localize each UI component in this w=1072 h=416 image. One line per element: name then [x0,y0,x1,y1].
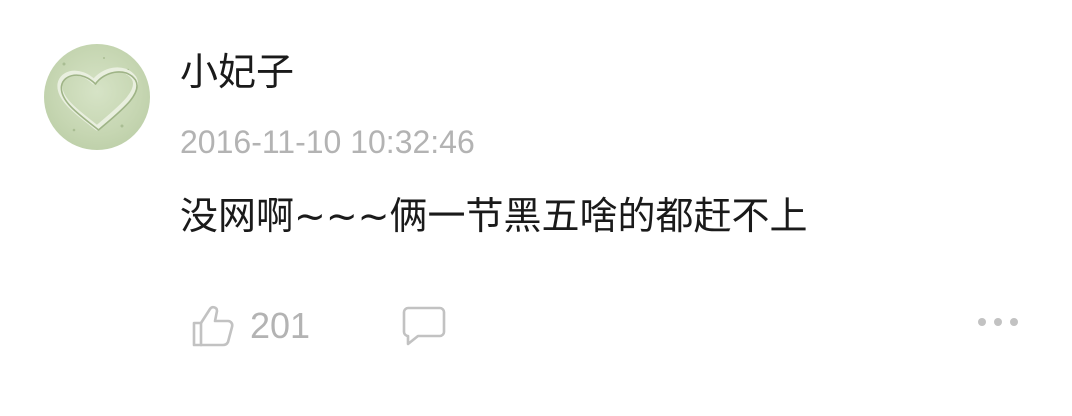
thumbs-up-icon [192,305,234,347]
avatar[interactable] [44,44,150,150]
comment-card: 小妃子 2016-11-10 10:32:46 没网啊~~~俩一节黑五啥的都赶不… [0,0,1072,416]
comment-action-bar: 201 [0,296,1072,360]
heart-in-sand-icon [57,57,139,132]
like-count: 201 [250,305,311,346]
more-dots-icon [978,318,1018,326]
reply-button[interactable] [400,302,448,350]
username[interactable]: 小妃子 [180,44,294,100]
chat-bubble-icon [402,306,446,346]
more-options-button[interactable] [975,310,1021,334]
comment-timestamp: 2016-11-10 10:32:46 [180,124,475,160]
comment-text: 没网啊~~~俩一节黑五啥的都赶不上 [180,194,808,238]
like-button[interactable]: 201 [190,296,310,356]
